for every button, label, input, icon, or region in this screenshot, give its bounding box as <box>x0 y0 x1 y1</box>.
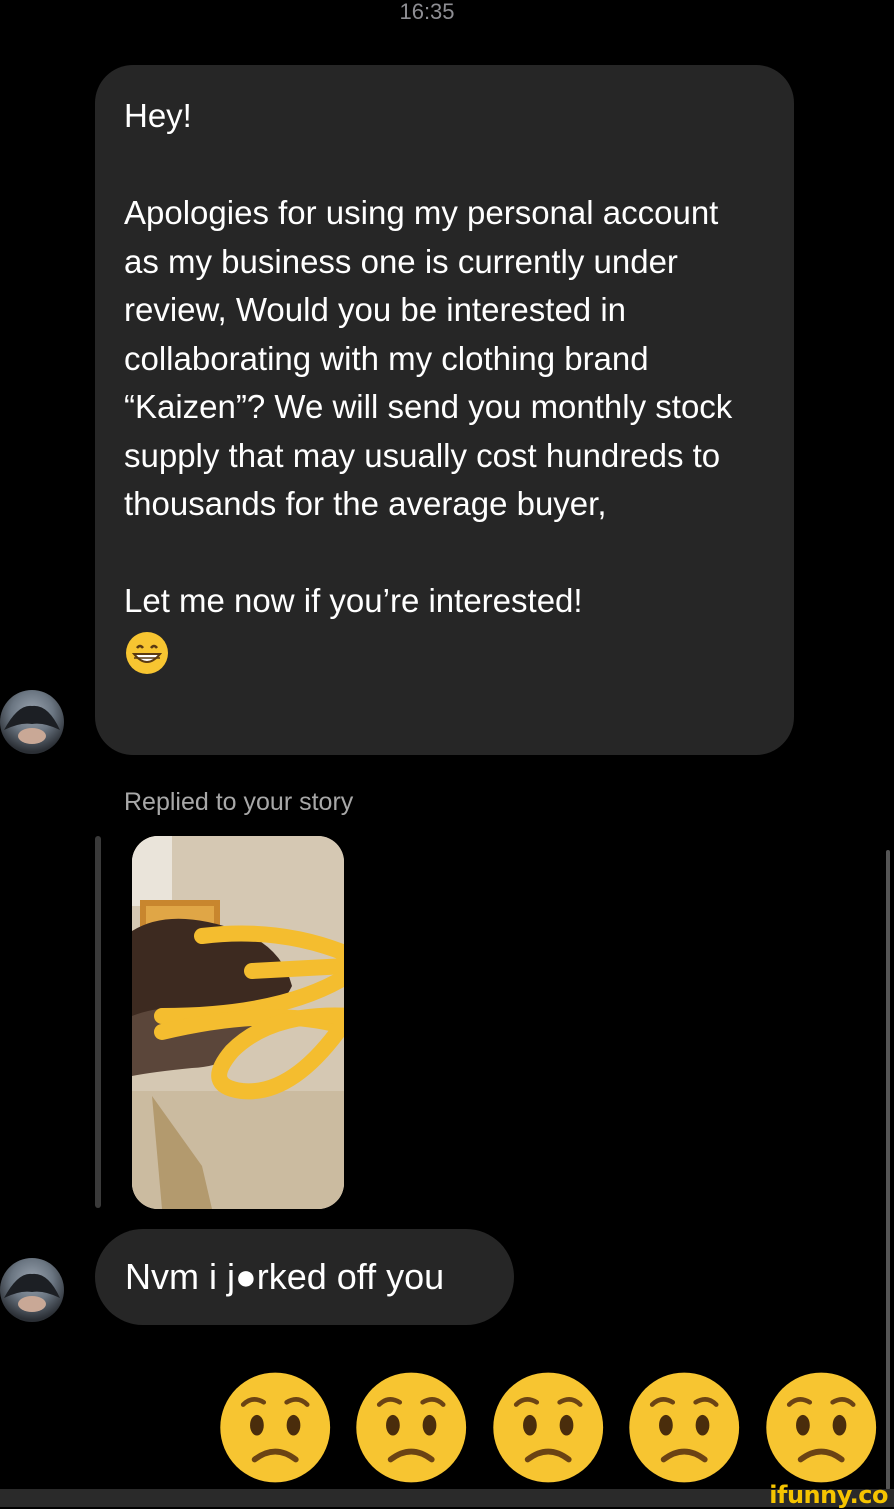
message-text: Hey! Apologies for using my personal acc… <box>124 97 733 619</box>
sender-avatar[interactable] <box>0 1258 64 1322</box>
worried-face-icon <box>220 1372 331 1483</box>
worried-face-icon <box>493 1372 603 1483</box>
story-thumbnail[interactable] <box>132 836 344 1209</box>
footer-strip <box>0 1489 894 1507</box>
message-bubble-reply[interactable]: Nvm i j●rked off you <box>95 1229 514 1325</box>
reply-text: Nvm i j●rked off you <box>125 1256 445 1297</box>
story-quote-bar <box>95 836 101 1208</box>
ifunny-watermark: ifunny.co <box>769 1481 888 1509</box>
worried-emoji-row <box>218 1370 878 1490</box>
worried-face-icon <box>629 1372 740 1483</box>
worried-face-icon <box>356 1372 467 1483</box>
replied-to-story-label: Replied to your story <box>124 788 354 816</box>
message-bubble-pitch[interactable]: Hey! Apologies for using my personal acc… <box>95 65 794 755</box>
status-time: 16:35 <box>399 0 455 24</box>
sender-avatar[interactable] <box>0 690 64 754</box>
worried-face-icon <box>765 1372 876 1483</box>
grinning-face-icon <box>124 630 170 681</box>
scrollbar[interactable] <box>886 850 890 1490</box>
